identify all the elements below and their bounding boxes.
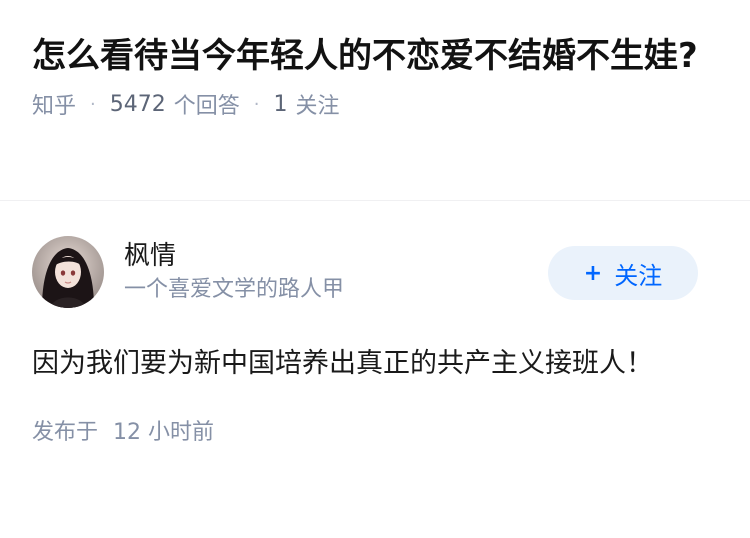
published-time: 12 小时前: [113, 420, 215, 445]
answer-count-label[interactable]: 个回答: [174, 88, 240, 120]
author-info: 枫情 一个喜爱文学的路人甲: [124, 238, 548, 306]
question-title[interactable]: 怎么看待当今年轻人的不恋爱不结婚不生娃?: [32, 28, 722, 84]
answer-card: 枫情 一个喜爱文学的路人甲 + 关注 因为我们要为新中国培养出真正的共产主义接班…: [0, 200, 750, 446]
answer-count: 5472: [109, 91, 166, 117]
question-meta: 知乎 · 5472 个回答 · 1 关注: [32, 84, 718, 124]
separator-dot: ·: [90, 93, 96, 115]
source-label[interactable]: 知乎: [32, 88, 76, 120]
follow-button[interactable]: + 关注: [548, 246, 698, 300]
avatar[interactable]: [32, 236, 104, 308]
author-row: 枫情 一个喜爱文学的路人甲 + 关注: [32, 236, 718, 308]
plus-icon: +: [583, 260, 603, 286]
published-info: 发布于 12 小时前: [32, 414, 718, 446]
question-header: 怎么看待当今年轻人的不恋爱不结婚不生娃? 知乎 · 5472 个回答 · 1 关…: [0, 0, 750, 172]
separator-dot: ·: [253, 93, 260, 115]
follow-count: 1: [273, 91, 288, 117]
follow-count-label[interactable]: 关注: [296, 88, 340, 120]
author-name[interactable]: 枫情: [124, 238, 548, 274]
published-label: 发布于: [32, 420, 99, 445]
avatar-image-icon: [32, 236, 104, 308]
author-bio: 一个喜爱文学的路人甲: [124, 277, 345, 302]
follow-button-label: 关注: [614, 261, 663, 290]
answer-content[interactable]: 因为我们要为新中国培养出真正的共产主义接班人！: [32, 338, 692, 390]
